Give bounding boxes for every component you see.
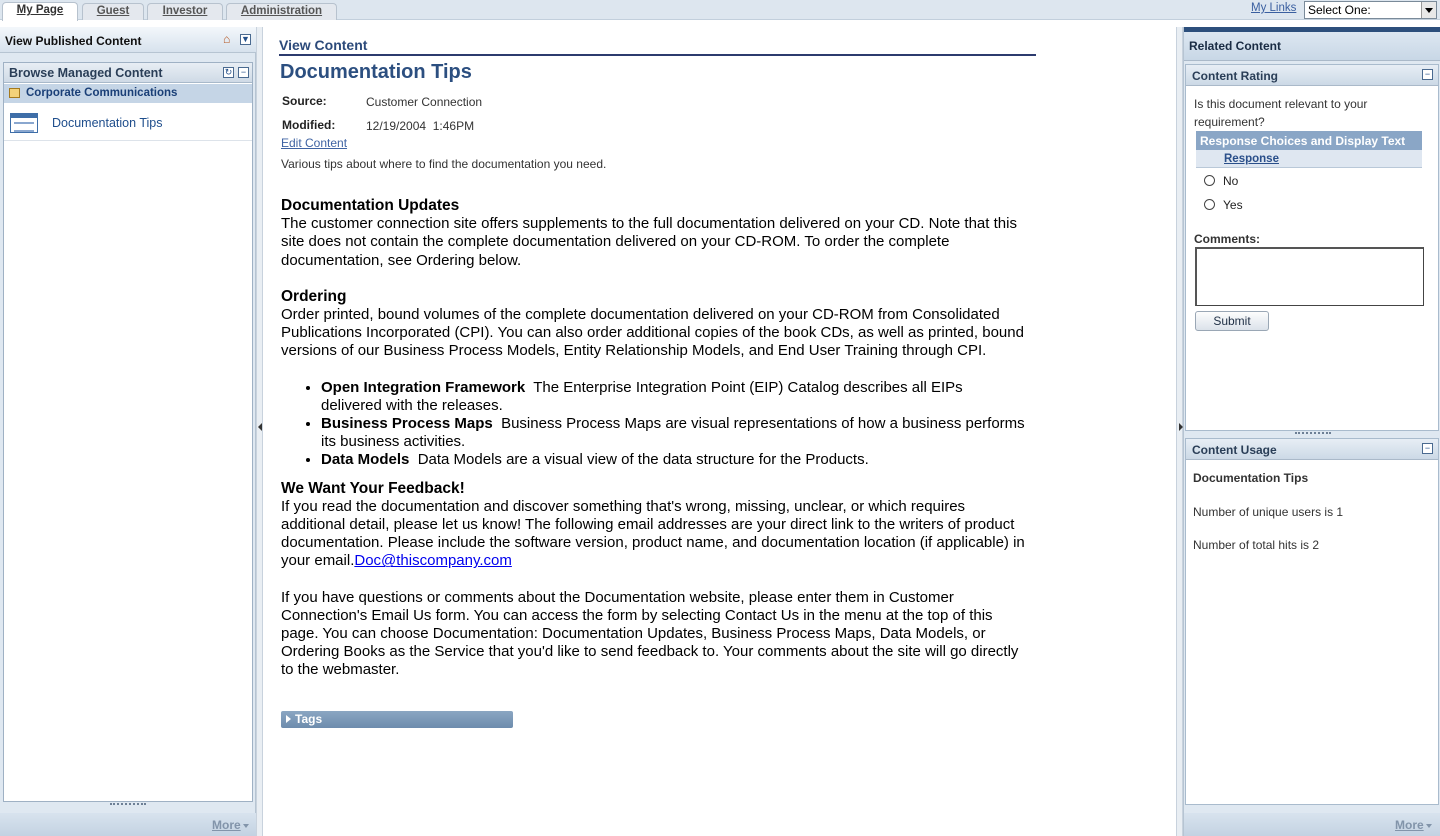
radio-option-yes[interactable]: Yes (1204, 198, 1243, 212)
resize-grip[interactable] (110, 803, 146, 807)
left-splitter[interactable] (256, 27, 263, 836)
source-value: Customer Connection (366, 95, 483, 109)
response-table: Response Choices and Display Text Respon… (1196, 131, 1422, 168)
unique-users-text: Number of unique users is 1 (1193, 505, 1344, 519)
usage-document-name: Documentation Tips (1193, 471, 1309, 485)
content-rating-header: Content Rating − (1186, 65, 1438, 86)
refresh-icon[interactable]: ↻ (223, 67, 234, 78)
document-body: Documentation Updates The customer conne… (281, 197, 1026, 680)
right-panel-header: Related Content (1184, 27, 1440, 61)
document-title: Documentation Tips (280, 61, 472, 83)
ordering-heading: Ordering (281, 287, 347, 305)
list-item-term: Business Process Maps (321, 415, 493, 433)
content-usage-title: Content Usage (1192, 443, 1277, 457)
rating-question: Is this document relevant to your requir… (1194, 97, 1368, 129)
updates-heading: Documentation Updates (281, 197, 460, 214)
source-label: Source: (282, 94, 327, 108)
content-rating-title: Content Rating (1192, 69, 1278, 83)
minimize-icon[interactable]: − (1422, 443, 1433, 454)
collapse-left-icon[interactable] (258, 423, 262, 431)
list-item: Business Process Maps Business Process M… (321, 415, 1026, 451)
folder-label: Corporate Communications (26, 87, 178, 99)
list-item-term: Data Models (321, 451, 410, 469)
related-content-title: Related Content (1189, 39, 1282, 53)
main-content: View Content Documentation Tips Source: … (264, 27, 1176, 836)
radio-button[interactable] (1204, 175, 1215, 186)
more-arrow-icon (243, 824, 249, 828)
more-link[interactable]: More (212, 818, 241, 832)
left-panel-header: View Published Content ⌂ ▼ (0, 27, 256, 53)
browse-portlet-header: Browse Managed Content ↻ − (4, 63, 252, 83)
feedback-heading: We Want Your Feedback! (281, 479, 465, 497)
content-usage-portlet: Content Usage − Documentation Tips Numbe… (1185, 438, 1439, 805)
list-item-text: Data Models are a visual view of the dat… (409, 451, 869, 469)
questions-paragraph: If you have questions or comments about … (281, 588, 1019, 679)
my-links-link[interactable]: My Links (1251, 2, 1296, 14)
radio-option-no[interactable]: No (1204, 174, 1238, 188)
collapse-down-icon[interactable]: ▼ (240, 34, 251, 45)
minimize-icon[interactable]: − (1422, 69, 1433, 80)
product-list: Open Integration Framework The Enterpris… (321, 379, 1026, 470)
ordering-paragraph: Order printed, bound volumes of the comp… (281, 306, 1024, 360)
browse-portlet-title: Browse Managed Content (9, 66, 163, 80)
comments-label: Comments: (1194, 232, 1261, 246)
tab-guest[interactable]: Guest (82, 3, 144, 20)
right-panel: Related Content Content Rating − Is this… (1183, 27, 1440, 836)
comments-textarea[interactable] (1195, 247, 1424, 306)
content-usage-header: Content Usage − (1186, 439, 1438, 460)
document-summary: Various tips about where to find the doc… (281, 157, 607, 171)
folder-up-icon (9, 88, 20, 98)
feedback-paragraph: If you read the documentation and discov… (281, 498, 1026, 571)
more-link[interactable]: More (1395, 818, 1424, 832)
left-more-bar: More (0, 813, 256, 836)
list-item-term: Open Integration Framework (321, 378, 526, 396)
modified-value: 12/19/2004 1:46PM (366, 119, 475, 133)
resize-grip[interactable] (1295, 432, 1331, 434)
tab-my-page[interactable]: My Page (2, 2, 78, 21)
tags-toggle[interactable]: Tags (281, 711, 513, 728)
top-tab-bar: My Page Guest Investor Administration My… (0, 0, 1440, 21)
modified-label: Modified: (282, 118, 336, 132)
response-table-header: Response Choices and Display Text (1196, 131, 1422, 150)
tags-label: Tags (295, 712, 323, 726)
my-links-select-value: Select One: (1308, 3, 1371, 17)
my-links-select[interactable]: Select One: (1304, 1, 1437, 19)
updates-paragraph: The customer connection site offers supp… (281, 215, 1017, 269)
tab-investor[interactable]: Investor (147, 3, 223, 20)
expand-right-icon (286, 715, 291, 723)
left-panel-title: View Published Content (5, 34, 142, 48)
tab-administration[interactable]: Administration (226, 3, 337, 20)
radio-label: Yes (1223, 198, 1243, 212)
submit-button[interactable]: Submit (1195, 311, 1269, 331)
total-hits-text: Number of total hits is 2 (1193, 538, 1320, 552)
browse-managed-content-portlet: Browse Managed Content ↻ − Corporate Com… (3, 62, 253, 802)
chevron-down-icon[interactable] (1421, 2, 1436, 18)
list-item: Open Integration Framework The Enterpris… (321, 379, 1026, 415)
feedback-email-link[interactable]: Doc@thiscompany.com (354, 552, 512, 569)
list-item: Data Models Data Models are a visual vie… (321, 451, 1026, 469)
more-arrow-icon (1426, 824, 1432, 828)
right-splitter[interactable] (1176, 27, 1183, 836)
folder-row[interactable]: Corporate Communications (4, 84, 252, 103)
content-item[interactable]: Documentation Tips (4, 105, 252, 141)
left-panel: View Published Content ⌂ ▼ Browse Manage… (0, 27, 256, 836)
content-rating-portlet: Content Rating − Is this document releva… (1185, 64, 1439, 431)
radio-label: No (1223, 174, 1239, 188)
radio-button[interactable] (1204, 199, 1215, 210)
home-icon[interactable]: ⌂ (223, 33, 235, 45)
edit-content-link[interactable]: Edit Content (281, 136, 347, 150)
content-item-link[interactable]: Documentation Tips (52, 116, 162, 130)
document-icon (10, 113, 38, 133)
right-more-bar: More (1184, 813, 1440, 836)
view-content-title: View Content (279, 37, 1036, 56)
minimize-icon[interactable]: − (238, 67, 249, 78)
response-column-link[interactable]: Response (1196, 150, 1422, 168)
